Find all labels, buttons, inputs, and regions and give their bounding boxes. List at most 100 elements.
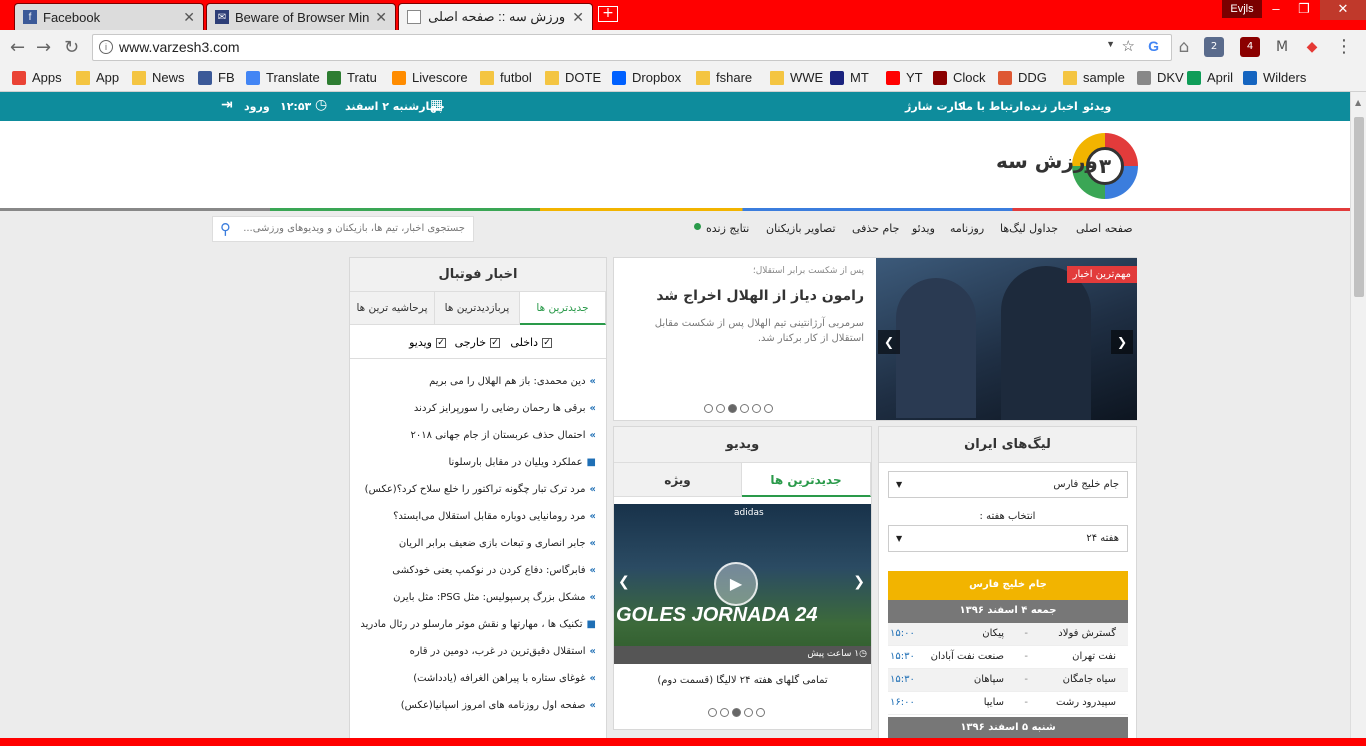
close-tab-icon[interactable]: ✕ — [572, 9, 584, 26]
ublock-icon[interactable]: 4 — [1240, 37, 1260, 57]
tab-most-controversial[interactable]: پرحاشیه ترین ها — [350, 292, 435, 325]
bookmark-april[interactable]: April — [1187, 70, 1233, 85]
topbar-link-video[interactable]: ویدئو — [1083, 100, 1111, 113]
match-row[interactable]: گسترش فولاد پیکان ۱۵:۰۰ - — [888, 623, 1128, 646]
shield-extension-icon[interactable]: ◆ — [1302, 37, 1322, 57]
news-item[interactable]: »جابر انصاری و تبعات بازی ضعیف برابر الر… — [399, 538, 596, 549]
match-row[interactable]: نفت تهران صنعت نفت آبادان ۱۵:۳۰ - — [888, 646, 1128, 669]
topbar-link-live-news[interactable]: اخبار زنده — [1024, 100, 1078, 113]
slide-dot[interactable] — [728, 404, 737, 413]
news-item[interactable]: »صفحه اول روزنامه های امروز اسپانیا(عکس) — [401, 700, 596, 711]
menu-icon[interactable]: ⋮ — [1334, 37, 1354, 57]
news-item[interactable]: »غوغای ستاره با پیراهن الغرافه (یادداشت) — [413, 673, 596, 684]
menu-item-newspaper[interactable]: روزنامه — [950, 222, 984, 235]
close-tab-icon[interactable]: ✕ — [375, 9, 387, 26]
slide-dot[interactable] — [716, 404, 725, 413]
scroll-up-icon[interactable]: ▲ — [1355, 98, 1361, 107]
filter-video[interactable]: ✓ ویدیو — [409, 336, 446, 349]
page-scrollbar[interactable]: ▲ — [1350, 92, 1366, 746]
checkbox-icon[interactable]: ✓ — [490, 338, 500, 348]
bookmark-tratu[interactable]: Tratu — [327, 70, 377, 85]
search-icon[interactable]: ⚲ — [220, 220, 231, 238]
close-window-button[interactable]: ✕ — [1320, 0, 1366, 20]
bookmark-dkv[interactable]: DKV — [1137, 70, 1184, 85]
new-tab-button[interactable]: + — [598, 6, 618, 22]
menu-item-player-photos[interactable]: تصاویر بازیکنان — [766, 222, 836, 235]
logo-text[interactable]: ورزش سه — [996, 149, 1098, 173]
bookmark-clock[interactable]: Clock — [933, 70, 986, 85]
search-input[interactable]: جستجوی اخبار، تیم ها، بازیکنان و ویدیوها… — [212, 216, 474, 242]
site-info-icon[interactable]: i — [99, 40, 113, 54]
tab-facebook[interactable]: f Facebook ✕ — [14, 3, 204, 30]
video-caption[interactable]: تمامی گلهای هفته ۲۴ لالیگا (قسمت دوم) — [614, 675, 871, 686]
match-row[interactable]: سیاه جامگان سپاهان ۱۵:۳۰ - — [888, 669, 1128, 692]
topbar-link-charge-card[interactable]: کارت شارژ — [905, 100, 964, 113]
bookmark-futbol[interactable]: futbol — [480, 70, 532, 85]
slide-dot[interactable] — [704, 404, 713, 413]
tab-beware-browser-mining[interactable]: ✉ Beware of Browser Minin ✕ — [206, 3, 396, 30]
featured-next-button[interactable]: ❯ — [1111, 330, 1133, 354]
video-tab-newest[interactable]: جدیدترین ها — [742, 463, 871, 497]
news-item[interactable]: »دین محمدی: باز هم الهلال را می بریم — [429, 376, 596, 387]
news-item[interactable]: »استقلال دقیق‌ترین در غرب، دومین در قاره — [410, 646, 596, 657]
slide-dot[interactable] — [720, 708, 729, 717]
bookmark-wilders[interactable]: Wilders — [1243, 70, 1306, 85]
bookmark-app[interactable]: App — [76, 70, 119, 85]
news-item[interactable]: »مرد رومانیایی دوباره مقابل استقلال می‌ا… — [393, 511, 596, 522]
slide-dot[interactable] — [752, 404, 761, 413]
checkbox-icon[interactable]: ✓ — [436, 338, 446, 348]
reload-button[interactable]: ↻ — [64, 37, 79, 58]
close-tab-icon[interactable]: ✕ — [183, 9, 195, 26]
news-item[interactable]: »احتمال حذف عربستان از جام جهانی ۲۰۱۸ — [411, 430, 596, 441]
extension-badge-2-icon[interactable]: 2 — [1204, 37, 1224, 57]
slide-dot[interactable] — [764, 404, 773, 413]
bookmark-ddg[interactable]: DDG — [998, 70, 1047, 85]
minimize-button[interactable]: – — [1262, 0, 1290, 20]
menu-item-live-results[interactable]: نتایج زنده — [706, 222, 749, 235]
bookmark-star-icon[interactable]: ☆ — [1122, 37, 1135, 55]
menu-item-league-tables[interactable]: جداول لیگ‌ها — [1000, 222, 1058, 235]
slide-dot[interactable] — [732, 708, 741, 717]
tab-newest[interactable]: جدیدترین ها — [520, 292, 606, 325]
forward-button[interactable]: → — [36, 37, 51, 58]
filter-domestic[interactable]: ✓ داخلی — [510, 336, 552, 349]
bookmark-mt[interactable]: MT — [830, 70, 869, 85]
home-icon[interactable]: ⌂ — [1174, 37, 1194, 57]
bookmark-fb[interactable]: FB — [198, 70, 235, 85]
filter-foreign[interactable]: ✓ خارجی — [455, 336, 500, 349]
news-item[interactable]: »برقی ها رحمان رضایی را سورپرایز کردند — [414, 403, 596, 414]
profile-user-badge[interactable]: Evjls — [1222, 0, 1262, 18]
bookmark-wwe[interactable]: WWE — [770, 70, 823, 85]
bookmark-sample[interactable]: sample — [1063, 70, 1125, 85]
slide-dot[interactable] — [740, 404, 749, 413]
match-row[interactable]: سپیدرود رشت سایپا ۱۶:۰۰ - — [888, 692, 1128, 715]
tab-most-viewed[interactable]: پربازدیدترین ها — [435, 292, 520, 325]
menu-item-video[interactable]: ویدئو — [912, 222, 935, 235]
login-icon[interactable]: ⇥ — [221, 97, 233, 113]
week-select[interactable]: هفته ۲۴ ▼ — [888, 525, 1128, 552]
video-next-button[interactable]: ❯ — [853, 574, 865, 590]
video-tab-special[interactable]: ویژه — [614, 463, 742, 497]
gmail-icon[interactable]: M — [1272, 37, 1292, 57]
video-thumbnail[interactable]: adidas ▶ GOLES JORNADA 24 ❮ ❯ ◷۱ ساعت پی… — [614, 504, 871, 664]
bookmark-yt[interactable]: YT — [886, 70, 923, 85]
back-button[interactable]: ← — [10, 37, 25, 58]
dropdown-arrow-icon[interactable]: ▼ — [1106, 39, 1115, 49]
news-item[interactable]: »فابرگاس: دفاع کردن در نوکمپ یعنی خودکشی — [392, 565, 596, 576]
featured-prev-button[interactable]: ❮ — [878, 330, 900, 354]
menu-item-home[interactable]: صفحه اصلی — [1076, 222, 1133, 235]
topbar-link-contact[interactable]: ارتباط با ما — [962, 100, 1023, 113]
checkbox-icon[interactable]: ✓ — [542, 338, 552, 348]
news-item[interactable]: »مشکل بزرگ پرسپولیس: مثل PSG: مثل بایرن — [393, 592, 596, 603]
slide-dot[interactable] — [744, 708, 753, 717]
bookmark-fshare[interactable]: fshare — [696, 70, 752, 85]
featured-photo[interactable]: مهم‌ترین اخبار ❮ ❯ — [876, 258, 1137, 420]
bookmark-dote[interactable]: DOTE — [545, 70, 601, 85]
news-item[interactable]: ■عملکرد ویلیان در مقابل بارسلونا — [449, 457, 597, 468]
login-link[interactable]: ورود — [244, 100, 270, 113]
news-item[interactable]: ■تکنیک ها ، مهارتها و نقش موثر مارسلو در… — [360, 619, 596, 630]
bookmark-livescore[interactable]: Livescore — [392, 70, 468, 85]
league-select[interactable]: جام خلیج فارس ▼ — [888, 471, 1128, 498]
scrollbar-thumb[interactable] — [1354, 117, 1364, 297]
news-item[interactable]: »مرد ترک تبار چگونه تراکتور را خلع سلاح … — [365, 484, 596, 495]
